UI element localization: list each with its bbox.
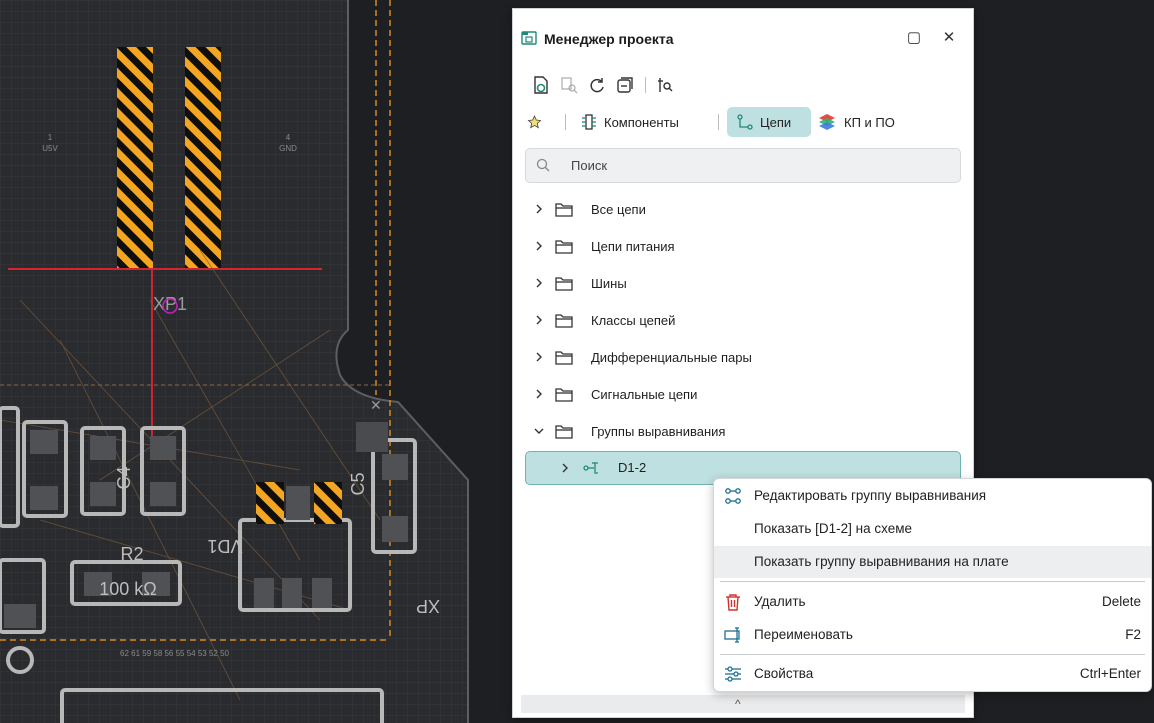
- menu-separator: [720, 581, 1145, 582]
- maximize-button[interactable]: ▢: [904, 28, 924, 48]
- hazard-pad-1[interactable]: [117, 47, 153, 269]
- find-icon[interactable]: [559, 75, 579, 95]
- menu-item-label: Редактировать группу выравнивания: [754, 488, 987, 503]
- cross-marker: ✕: [370, 397, 382, 413]
- chevron-right-icon[interactable]: [533, 314, 545, 326]
- folder-icon: [555, 277, 573, 291]
- rename-icon: [724, 627, 740, 643]
- folder-icon: [555, 240, 573, 254]
- panel-titlebar: Менеджер проекта ▢ ✕: [513, 9, 973, 67]
- scroll-up-icon[interactable]: ^: [735, 697, 741, 711]
- folder-icon: [555, 388, 573, 402]
- tab-favorites[interactable]: [527, 107, 549, 137]
- c5-designator: C5: [348, 472, 368, 495]
- search-field[interactable]: Поиск: [525, 148, 961, 183]
- tree-item-signal-nets[interactable]: Сигнальные цепи: [525, 379, 959, 409]
- panel-title: Менеджер проекта: [544, 31, 674, 47]
- menu-item-label: Свойства: [754, 666, 814, 681]
- refresh-icon[interactable]: [587, 75, 607, 95]
- folder-icon: [555, 314, 573, 328]
- net-icon: [737, 114, 753, 130]
- tree-item-label: Цепи питания: [591, 239, 675, 254]
- tree-item-label: Все цепи: [591, 202, 646, 217]
- vd1-designator: VD1: [207, 536, 242, 556]
- tab-nets-label: Цепи: [760, 114, 792, 130]
- tab-pads-vias[interactable]: КП и ПО: [817, 107, 917, 137]
- tab-nets[interactable]: Цепи: [727, 107, 811, 137]
- tree-item-buses[interactable]: Шины: [525, 268, 959, 298]
- tree-item-all-nets[interactable]: Все цепи: [525, 194, 959, 224]
- chevron-right-icon[interactable]: [559, 462, 571, 474]
- tree-item-diff-pairs[interactable]: Дифференциальные пары: [525, 342, 959, 372]
- chevron-right-icon[interactable]: [533, 351, 545, 363]
- tab-pads-vias-label: КП и ПО: [844, 114, 895, 130]
- menu-item-rename[interactable]: Переименовать F2: [714, 619, 1151, 651]
- tree-item-label: Сигнальные цепи: [591, 387, 698, 402]
- edit-group-icon: [725, 488, 741, 504]
- menu-item-show-on-board[interactable]: Показать группу выравнивания на плате: [714, 546, 1151, 578]
- folder-icon: [555, 351, 573, 365]
- trash-icon: [726, 594, 740, 611]
- menu-item-show-on-schematic[interactable]: Показать [D1-2] на схеме: [714, 513, 1151, 545]
- alignment-group-icon: [583, 462, 598, 474]
- pin1-number: 1: [48, 133, 53, 142]
- r2-value: 100 kΩ: [99, 579, 157, 599]
- chevron-right-icon[interactable]: [533, 277, 545, 289]
- menu-item-label: Переименовать: [754, 627, 853, 642]
- pin1-net: U5V: [42, 144, 58, 153]
- pin4-net: GND: [279, 144, 297, 153]
- menu-item-shortcut: Delete: [1101, 594, 1141, 609]
- chevron-right-icon[interactable]: [533, 203, 545, 215]
- star-icon: [527, 114, 542, 129]
- collapse-all-icon[interactable]: [615, 75, 635, 95]
- tree-item-label: Группы выравнивания: [591, 424, 726, 439]
- menu-item-edit-group[interactable]: Редактировать группу выравнивания: [714, 480, 1151, 512]
- filter-icon[interactable]: [655, 75, 675, 95]
- tree-item-label: Дифференциальные пары: [591, 350, 752, 365]
- menu-item-delete[interactable]: Удалить Delete: [714, 586, 1151, 618]
- tab-components[interactable]: Компоненты: [581, 107, 717, 137]
- tree-item-label: Классы цепей: [591, 313, 676, 328]
- tree-item-power-nets[interactable]: Цепи питания: [525, 231, 959, 261]
- menu-item-label: Показать группу выравнивания на плате: [754, 554, 1009, 569]
- r2-designator: R2: [120, 544, 143, 564]
- menu-item-label: Показать [D1-2] на схеме: [754, 521, 913, 536]
- close-button[interactable]: ✕: [939, 28, 959, 48]
- pin4-number: 4: [286, 133, 291, 142]
- layers-icon: [819, 114, 835, 130]
- component-icon: [582, 114, 596, 130]
- tab-components-label: Компоненты: [604, 114, 679, 130]
- folder-icon: [555, 425, 573, 439]
- tree-item-net-classes[interactable]: Классы цепей: [525, 305, 959, 335]
- properties-icon: [725, 666, 741, 682]
- hazard-pad-2[interactable]: [185, 47, 221, 269]
- search-icon: [536, 158, 550, 172]
- menu-item-shortcut: Ctrl+Enter: [1079, 666, 1141, 681]
- xp-right-designator: XP: [416, 596, 440, 616]
- panel-tabs: Компоненты Цепи КП и ПО: [513, 107, 973, 139]
- chevron-down-icon[interactable]: [533, 425, 545, 437]
- menu-separator: [720, 654, 1145, 655]
- connector-designator: XP1: [153, 294, 187, 314]
- tree-item-label: D1-2: [618, 460, 647, 475]
- folder-icon: [555, 203, 573, 217]
- chevron-right-icon[interactable]: [533, 240, 545, 252]
- search-placeholder: Поиск: [571, 158, 608, 173]
- tree-item-label: Шины: [591, 276, 627, 291]
- scroll-bar[interactable]: ^: [521, 695, 965, 713]
- menu-item-label: Удалить: [754, 594, 806, 609]
- context-menu: Редактировать группу выравнивания Показа…: [713, 478, 1152, 692]
- c4-designator: C4: [114, 466, 134, 489]
- menu-item-shortcut: F2: [1125, 627, 1141, 642]
- chevron-right-icon[interactable]: [533, 388, 545, 400]
- pins-row-labels: 62 61 59 58 56 55 54 53 52 50: [120, 649, 230, 658]
- tree-item-alignment-groups[interactable]: Группы выравнивания: [525, 416, 959, 446]
- show-on-schematic-icon[interactable]: [531, 75, 551, 95]
- project-manager-icon: [521, 31, 537, 45]
- menu-item-properties[interactable]: Свойства Ctrl+Enter: [714, 658, 1151, 690]
